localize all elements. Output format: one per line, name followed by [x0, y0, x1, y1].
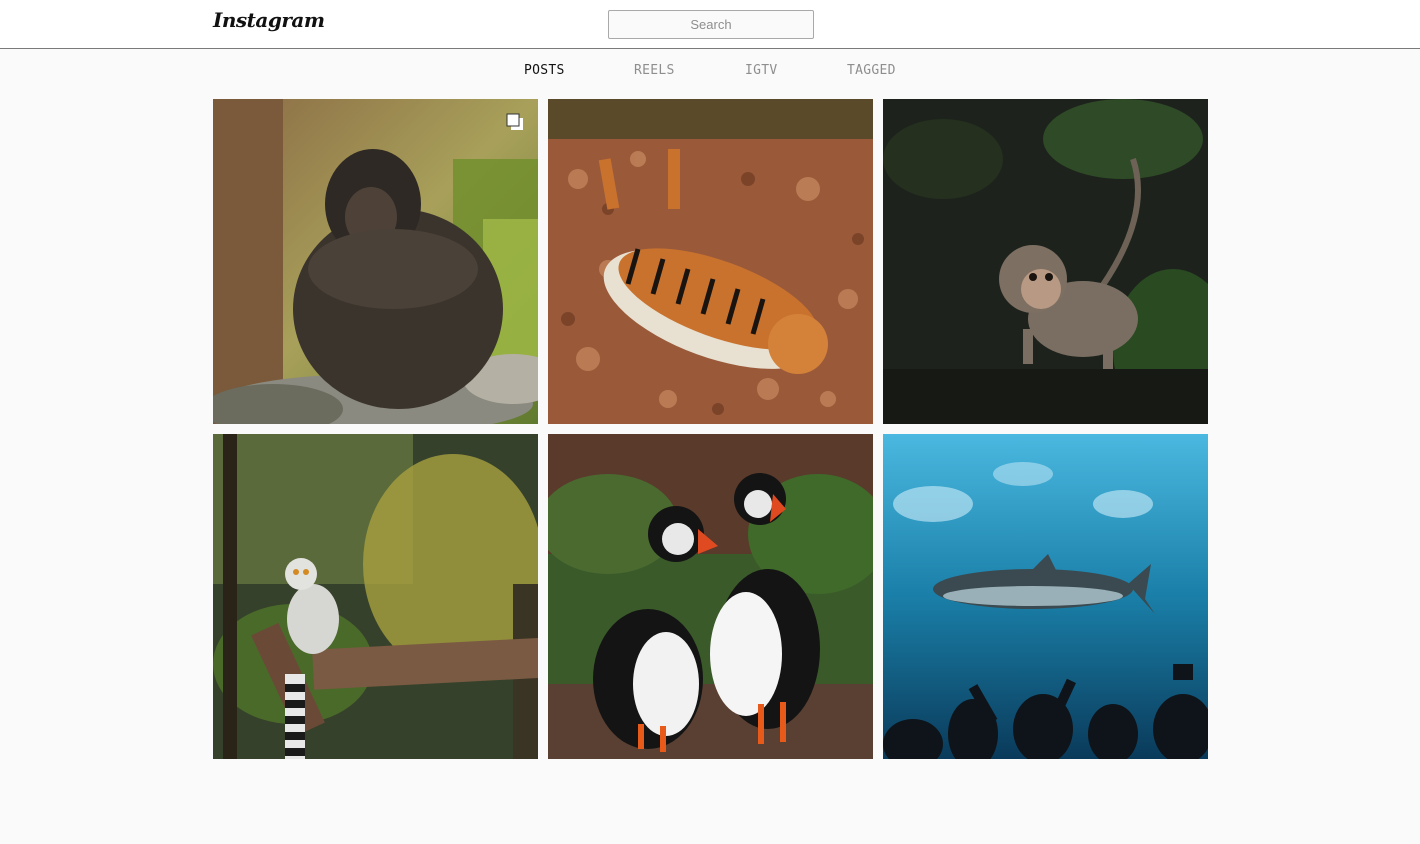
- profile-tabs: POSTS REELS IGTV TAGGED: [0, 63, 1420, 83]
- lemur-photo: [213, 434, 538, 759]
- tiger-photo: [548, 99, 873, 424]
- top-navigation-bar: Instagram: [0, 0, 1420, 49]
- tab-reels[interactable]: REELS: [634, 63, 675, 78]
- puffins-photo: [548, 434, 873, 759]
- post-shark-aquarium[interactable]: [883, 434, 1208, 759]
- post-ring-tailed-lemur[interactable]: [213, 434, 538, 759]
- posts-grid: [213, 99, 1208, 759]
- carousel-icon: [506, 113, 523, 130]
- shark-aquarium-photo: [883, 434, 1208, 759]
- post-puffins[interactable]: [548, 434, 873, 759]
- post-tiger[interactable]: [548, 99, 873, 424]
- tab-igtv[interactable]: IGTV: [745, 63, 778, 78]
- post-chimpanzee[interactable]: [213, 99, 538, 424]
- chimpanzee-photo: [213, 99, 538, 424]
- baby-monkey-photo: [883, 99, 1208, 424]
- instagram-logo[interactable]: Instagram: [213, 8, 325, 38]
- tab-posts[interactable]: POSTS: [524, 63, 565, 78]
- tab-tagged[interactable]: TAGGED: [847, 63, 896, 78]
- post-baby-monkey[interactable]: [883, 99, 1208, 424]
- search-input[interactable]: [608, 10, 814, 39]
